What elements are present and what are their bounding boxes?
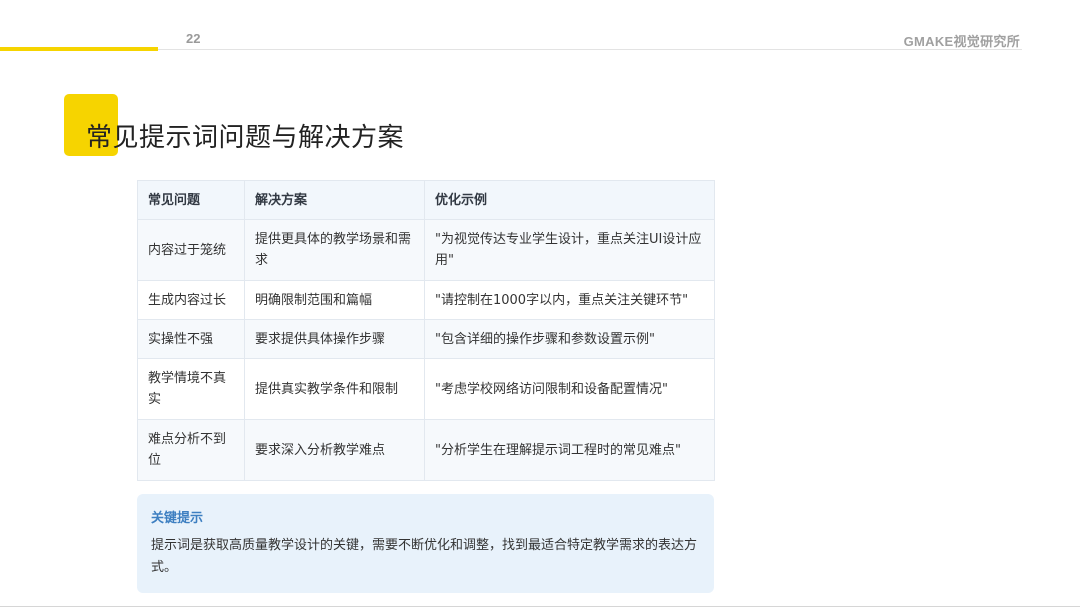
- example-cell: "分析学生在理解提示词工程时的常见难点": [424, 419, 715, 481]
- solution-cell: 明确限制范围和篇幅: [244, 280, 425, 320]
- brand-name: GMAKE视觉研究所: [903, 34, 1020, 49]
- problem-cell: 实操性不强: [137, 319, 245, 359]
- problem-cell: 内容过于笼统: [137, 219, 245, 281]
- problem-solution-table-container: 常见问题 解决方案 优化示例 内容过于笼统 提供更具体的教学场景和需求 "为视觉…: [137, 180, 715, 481]
- key-tip-title: 关键提示: [151, 511, 204, 526]
- problem-cell: 难点分析不到位: [137, 419, 245, 481]
- table-row: 教学情境不真实 提供真实教学条件和限制 "考虑学校网络访问限制和设备配置情况": [137, 358, 715, 420]
- column-header-example: 优化示例: [424, 180, 715, 220]
- example-cell: "包含详细的操作步骤和参数设置示例": [424, 319, 715, 359]
- example-cell: "为视觉传达专业学生设计，重点关注UI设计应用": [424, 219, 715, 281]
- page-number: 22: [186, 31, 201, 46]
- header-accent-bar: [0, 47, 158, 51]
- table-body: 内容过于笼统 提供更具体的教学场景和需求 "为视觉传达专业学生设计，重点关注UI…: [137, 219, 715, 481]
- table-row: 难点分析不到位 要求深入分析教学难点 "分析学生在理解提示词工程时的常见难点": [137, 419, 715, 481]
- solution-cell: 提供更具体的教学场景和需求: [244, 219, 425, 281]
- problem-cell: 生成内容过长: [137, 280, 245, 320]
- table-header: 常见问题 解决方案 优化示例: [137, 180, 715, 220]
- problem-cell: 教学情境不真实: [137, 358, 245, 420]
- table-row: 实操性不强 要求提供具体操作步骤 "包含详细的操作步骤和参数设置示例": [137, 319, 715, 359]
- solution-cell: 要求深入分析教学难点: [244, 419, 425, 481]
- problem-solution-table: 常见问题 解决方案 优化示例 内容过于笼统 提供更具体的教学场景和需求 "为视觉…: [137, 180, 715, 481]
- table-row: 内容过于笼统 提供更具体的教学场景和需求 "为视觉传达专业学生设计，重点关注UI…: [137, 219, 715, 281]
- footer-divider: [0, 606, 1080, 607]
- solution-cell: 提供真实教学条件和限制: [244, 358, 425, 420]
- table-row: 生成内容过长 明确限制范围和篇幅 "请控制在1000字以内，重点关注关键环节": [137, 280, 715, 320]
- key-tip-box: 关键提示 提示词是获取高质量教学设计的关键，需要不断优化和调整，找到最适合特定教…: [137, 494, 714, 593]
- table-header-row: 常见问题 解决方案 优化示例: [137, 180, 715, 220]
- column-header-problem: 常见问题: [137, 180, 245, 220]
- example-cell: "考虑学校网络访问限制和设备配置情况": [424, 358, 715, 420]
- solution-cell: 要求提供具体操作步骤: [244, 319, 425, 359]
- column-header-solution: 解决方案: [244, 180, 425, 220]
- example-cell: "请控制在1000字以内，重点关注关键环节": [424, 280, 715, 320]
- key-tip-text: 提示词是获取高质量教学设计的关键，需要不断优化和调整，找到最适合特定教学需求的表…: [151, 538, 698, 575]
- slide-title: 常见提示词问题与解决方案: [86, 123, 405, 153]
